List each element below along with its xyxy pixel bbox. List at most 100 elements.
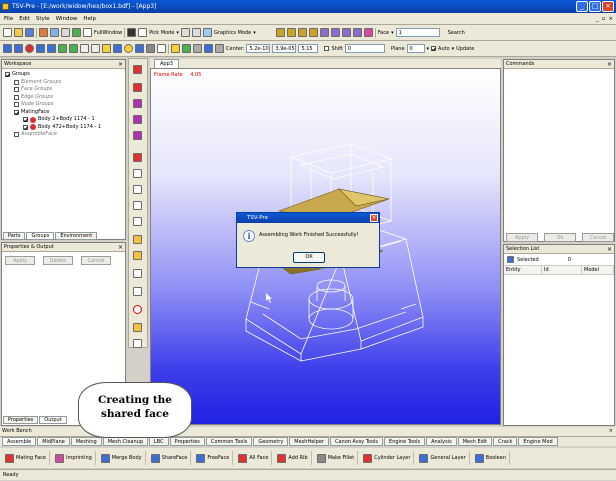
workbench-tool-button[interactable]: All Face bbox=[235, 451, 273, 465]
workbench-tool-button[interactable]: Merge Body bbox=[98, 451, 146, 465]
pick-cursor-icon[interactable] bbox=[127, 28, 137, 37]
workbench-tab[interactable]: Properties bbox=[169, 437, 205, 446]
workbench-tab[interactable]: MidPlane bbox=[37, 437, 70, 446]
tree-checkbox[interactable] bbox=[23, 124, 28, 130]
tree-checkbox[interactable] bbox=[23, 117, 28, 123]
pencil-icon[interactable] bbox=[133, 339, 142, 348]
workbench-tool-button[interactable]: Make Fillet bbox=[314, 451, 359, 465]
cube-side-icon[interactable] bbox=[297, 28, 307, 37]
tree-checkbox[interactable] bbox=[14, 87, 19, 93]
delete-button[interactable]: Delete bbox=[43, 256, 73, 265]
show-icon[interactable] bbox=[91, 44, 100, 53]
tree-item[interactable]: Element Groups bbox=[5, 79, 125, 87]
tab-parts[interactable]: Parts bbox=[3, 232, 26, 240]
deselect-icon[interactable] bbox=[191, 28, 201, 37]
delete-icon[interactable] bbox=[25, 44, 34, 53]
workbench-tab[interactable]: Engine Mod bbox=[518, 437, 558, 446]
commands-ok-button[interactable]: Ok bbox=[544, 233, 576, 242]
maximize-button[interactable]: □ bbox=[589, 1, 601, 12]
close-icon[interactable]: × bbox=[607, 60, 612, 69]
save-icon[interactable] bbox=[25, 28, 34, 37]
workbench-tab[interactable]: Geometry bbox=[253, 437, 289, 446]
print-icon[interactable] bbox=[61, 28, 70, 37]
pointer-icon[interactable] bbox=[133, 287, 142, 296]
workbench-tab[interactable]: Analysis bbox=[426, 437, 457, 446]
tab-groups[interactable]: Groups bbox=[26, 232, 55, 240]
tree-checkbox[interactable] bbox=[14, 79, 19, 85]
tree-item[interactable]: Body 2+Body 1174 - 1 bbox=[5, 116, 125, 124]
hide-icon[interactable] bbox=[80, 44, 89, 53]
new-file-icon[interactable] bbox=[3, 28, 12, 37]
tab-app3[interactable]: App3 bbox=[154, 59, 179, 68]
workbench-tab[interactable]: Canon Assy Tools bbox=[330, 437, 384, 446]
tree-checkbox[interactable] bbox=[14, 94, 19, 100]
menu-help[interactable]: Help bbox=[83, 13, 96, 24]
shift-field[interactable]: 0 bbox=[344, 44, 385, 53]
column-id[interactable]: Id bbox=[542, 266, 582, 274]
axis-icon[interactable] bbox=[171, 44, 180, 53]
workbench-tool-button[interactable]: FreeFace bbox=[193, 451, 234, 465]
circle-select-icon[interactable] bbox=[133, 305, 142, 314]
cursor-icon[interactable] bbox=[133, 269, 142, 278]
box-red-icon[interactable] bbox=[133, 65, 142, 74]
tree-item[interactable]: Edge Groups bbox=[5, 94, 125, 102]
commands-cancel-button[interactable]: Cancel bbox=[582, 233, 614, 242]
clip-icon[interactable] bbox=[215, 44, 224, 53]
mdi-minimize-button[interactable]: _ bbox=[596, 13, 599, 24]
close-icon[interactable]: × bbox=[118, 60, 123, 69]
import-icon[interactable] bbox=[39, 28, 48, 37]
hand-icon[interactable] bbox=[133, 323, 142, 332]
mdi-restore-button[interactable]: ▫ bbox=[602, 13, 606, 24]
edit-point-icon[interactable] bbox=[133, 217, 142, 226]
cancel-button[interactable]: Cancel bbox=[81, 256, 111, 265]
tab-properties[interactable]: Properties bbox=[3, 416, 39, 424]
probe-icon[interactable] bbox=[204, 44, 213, 53]
workbench-tool-button[interactable]: Add Rib bbox=[274, 451, 312, 465]
close-icon[interactable]: × bbox=[118, 243, 123, 252]
update-button[interactable]: Update bbox=[456, 46, 474, 52]
shift-checkbox[interactable] bbox=[324, 46, 330, 51]
auto-checkbox[interactable] bbox=[431, 46, 437, 51]
close-icon[interactable]: × bbox=[370, 214, 378, 222]
cube-magenta-icon[interactable] bbox=[133, 99, 142, 108]
workbench-tab[interactable]: Mesh Cleanup bbox=[102, 437, 149, 446]
zoom-icon[interactable] bbox=[341, 28, 351, 37]
close-icon[interactable]: × bbox=[609, 427, 613, 436]
workbench-tool-button[interactable]: Cylinder Layer bbox=[360, 451, 415, 465]
tree-checkbox[interactable] bbox=[14, 109, 19, 115]
tree-checkbox[interactable] bbox=[5, 72, 10, 78]
cube-top-icon[interactable] bbox=[286, 28, 296, 37]
select-icon[interactable] bbox=[180, 28, 190, 37]
cube-red-icon[interactable] bbox=[133, 83, 142, 92]
node-icon[interactable] bbox=[58, 44, 67, 53]
workbench-tab[interactable]: Crack bbox=[493, 437, 518, 446]
tree-item[interactable]: AssembleFace bbox=[5, 131, 125, 139]
filter-icon[interactable] bbox=[135, 44, 144, 53]
tab-output[interactable]: Output bbox=[39, 416, 67, 424]
column-entity[interactable]: Entity bbox=[504, 266, 542, 274]
copy-icon[interactable] bbox=[36, 44, 45, 53]
search-button[interactable]: Search bbox=[448, 30, 465, 36]
rotate-icon[interactable] bbox=[319, 28, 329, 37]
menu-window[interactable]: Window bbox=[56, 13, 78, 24]
tree-checkbox[interactable] bbox=[14, 102, 19, 108]
workbench-tool-button[interactable]: Boolean bbox=[472, 451, 510, 465]
close-icon[interactable]: × bbox=[607, 245, 612, 254]
measure-icon[interactable] bbox=[113, 44, 122, 53]
graphics-mode-dropdown[interactable]: Graphics Mode bbox=[214, 30, 251, 36]
section-icon[interactable] bbox=[193, 44, 202, 53]
plane-field[interactable]: 0 bbox=[406, 44, 425, 53]
workbench-tab[interactable]: MeshHelper bbox=[289, 437, 329, 446]
plane-icon[interactable] bbox=[182, 44, 191, 53]
workbench-tab[interactable]: Mesh Edit bbox=[457, 437, 493, 446]
mesh-icon[interactable] bbox=[72, 28, 81, 37]
minimize-button[interactable]: _ bbox=[576, 1, 588, 12]
fullwindow-button[interactable]: FullWindow bbox=[94, 30, 122, 36]
tree-item[interactable]: MatingFace bbox=[5, 109, 125, 117]
redo-icon[interactable] bbox=[14, 44, 23, 53]
workbench-tab[interactable]: Assemble bbox=[2, 437, 37, 446]
triangle-icon[interactable] bbox=[133, 235, 142, 244]
move-icon[interactable] bbox=[47, 44, 56, 53]
center-y-field[interactable]: 3.9e-05 bbox=[272, 44, 297, 53]
edit-face-icon[interactable] bbox=[133, 169, 142, 178]
